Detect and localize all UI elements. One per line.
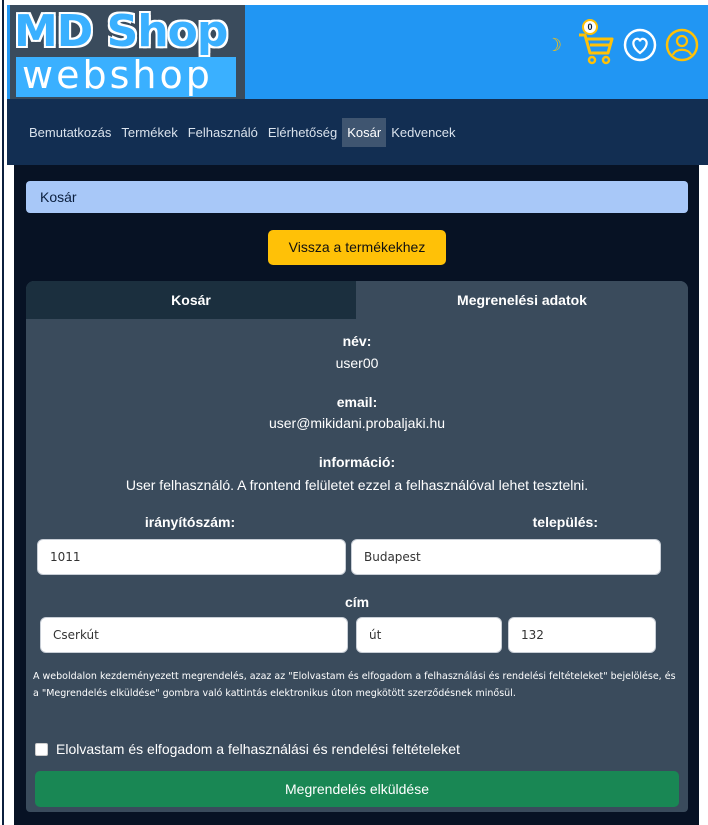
nav-item-bemutatkozas[interactable]: Bemutatkozás <box>24 118 116 147</box>
city-input[interactable] <box>351 539 661 575</box>
navbar: Bemutatkozás Termékek Felhasználó Elérhe… <box>7 99 708 165</box>
terms-checkbox-row: Elolvastam és elfogadom a felhasználási … <box>35 741 460 757</box>
street-type-input[interactable] <box>356 617 502 653</box>
name-label: név: <box>342 333 372 349</box>
cart-card: Kosár Megrenelési adatok név: user00 ema… <box>26 281 688 812</box>
logo[interactable]: MD Shop webshop <box>10 5 245 99</box>
heart-icon <box>623 28 657 62</box>
window-edge <box>0 0 7 825</box>
cart-button[interactable]: 0 <box>576 19 616 67</box>
favorites-button[interactable] <box>622 27 658 63</box>
zip-label: irányítószám: <box>144 514 236 530</box>
address-label: cím <box>344 594 370 610</box>
user-icon <box>665 28 699 62</box>
zip-input[interactable] <box>37 539 346 575</box>
house-number-input[interactable] <box>508 617 656 653</box>
header: MD Shop webshop ☽ 0 <box>7 5 708 99</box>
terms-text: A weboldalon kezdeményezett megrendelés,… <box>33 671 676 699</box>
app: MD Shop webshop ☽ 0 Bemutatkozás Terméke… <box>7 0 708 825</box>
nav-items: Bemutatkozás Termékek Felhasználó Elérhe… <box>24 117 461 147</box>
submit-order-button[interactable]: Megrendelés elküldése <box>35 771 679 807</box>
terms-checkbox[interactable] <box>35 742 48 756</box>
moon-icon[interactable]: ☽ <box>546 35 562 56</box>
tab-cart[interactable]: Kosár <box>26 281 356 319</box>
header-icons: ☽ 0 <box>546 19 700 67</box>
city-label: település: <box>532 514 598 530</box>
terms-checkbox-label[interactable]: Elolvastam és elfogadom a felhasználási … <box>56 741 460 757</box>
nav-item-elerhetoseg[interactable]: Elérhetőség <box>263 118 342 147</box>
info-value: User felhasználó. A frontend felületet e… <box>125 477 589 493</box>
email-label: email: <box>336 394 378 410</box>
logo-title: MD Shop <box>14 6 228 57</box>
nav-item-kedvencek[interactable]: Kedvencek <box>386 118 460 147</box>
tab-order-details[interactable]: Megrenelési adatok <box>356 281 688 319</box>
info-label: információ: <box>318 454 396 470</box>
email-value: user@mikidani.probaljaki.hu <box>268 415 446 431</box>
logo-subtitle: webshop <box>16 56 236 97</box>
name-value: user00 <box>335 355 379 371</box>
nav-item-termekek[interactable]: Termékek <box>116 118 182 147</box>
breadcrumb: Kosár <box>26 181 688 213</box>
nav-item-felhasznalo[interactable]: Felhasználó <box>183 118 263 147</box>
street-input[interactable] <box>40 617 348 653</box>
main-content: Kosár Vissza a termékekhez Kosár Megrene… <box>14 165 699 825</box>
back-to-products-button[interactable]: Vissza a termékekhez <box>268 230 446 265</box>
user-button[interactable] <box>664 27 700 63</box>
cart-count-badge: 0 <box>582 19 598 35</box>
nav-item-kosar[interactable]: Kosár <box>342 117 387 147</box>
